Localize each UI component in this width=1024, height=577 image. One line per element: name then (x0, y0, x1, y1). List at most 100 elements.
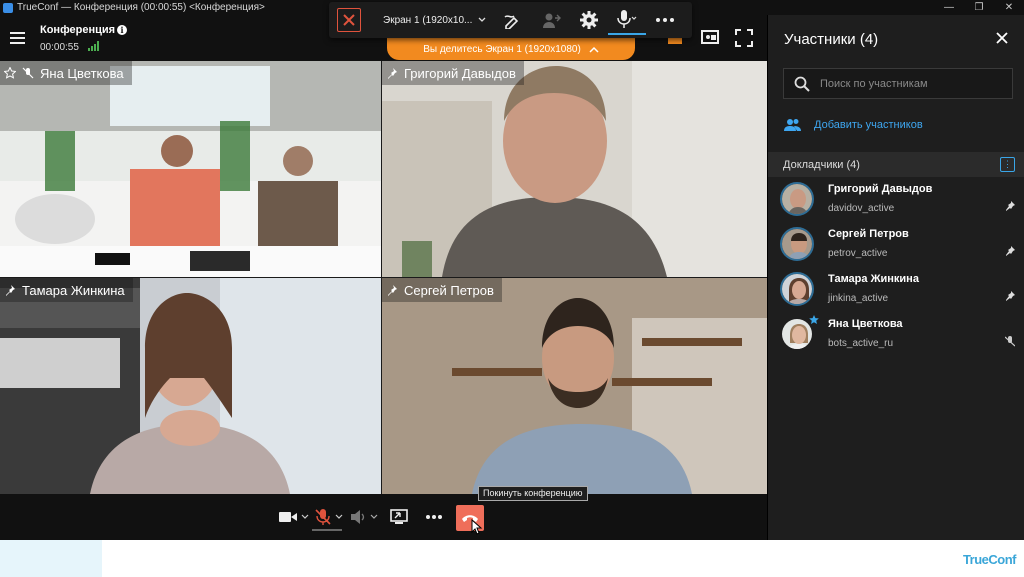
participant-status: jinkina_active (828, 293, 889, 304)
presentation-layout-icon[interactable] (699, 27, 721, 49)
stop-sharing-button[interactable] (337, 8, 361, 32)
avatar (780, 182, 814, 216)
video-feed (0, 278, 381, 494)
participant-name: Сергей Петров (828, 228, 909, 240)
participant-status: bots_active_ru (828, 338, 894, 349)
mic-muted-icon[interactable] (1005, 336, 1015, 347)
section-label: Докладчики (4) (783, 158, 860, 171)
chevron-down-icon (301, 514, 309, 519)
participant-name: Григорий Давыдов (828, 183, 933, 195)
panel-title: Участники (4) (784, 31, 879, 48)
menu-icon[interactable] (10, 32, 25, 44)
participant-row[interactable]: Сергей Петров petrov_active (768, 222, 1024, 267)
camera-icon (279, 512, 297, 522)
camera-button[interactable] (278, 507, 309, 527)
share-screen-button[interactable] (390, 507, 408, 527)
section-more-icon[interactable]: ⋮ (1000, 157, 1015, 172)
pin-icon[interactable] (1005, 246, 1015, 256)
fullscreen-icon[interactable] (733, 27, 755, 49)
video-grid: Яна Цветкова Григорий Давыдов Тамара Жин… (0, 61, 767, 494)
video-feed (382, 61, 767, 277)
close-icon (996, 32, 1008, 44)
participant-name-tag: Григорий Давыдов (382, 61, 524, 85)
chevron-down-icon (335, 514, 343, 519)
participant-name-tag: Тамара Жинкина (0, 278, 133, 302)
conference-timer: 00:00:55 (40, 42, 79, 53)
info-icon[interactable]: i (117, 25, 127, 35)
close-window-button[interactable]: ✕ (994, 0, 1024, 15)
search-placeholder: Поиск по участникам (820, 77, 928, 90)
pin-icon (388, 68, 397, 79)
close-icon (343, 14, 355, 26)
signal-strength-icon (88, 41, 99, 51)
search-icon (794, 76, 810, 92)
maximize-button[interactable]: ❐ (964, 0, 994, 15)
video-tile[interactable]: Сергей Петров (382, 278, 767, 494)
video-feed (382, 278, 767, 494)
participant-search-input[interactable]: Поиск по участникам (783, 68, 1013, 99)
mic-muted-icon (315, 509, 331, 525)
video-tile[interactable]: Яна Цветкова (0, 61, 381, 277)
leave-conference-tooltip: Покинуть конференцию (478, 486, 588, 501)
participant-row[interactable]: Тамара Жинкина jinkina_active (768, 267, 1024, 312)
avatar (780, 272, 814, 306)
gear-icon[interactable] (570, 5, 608, 35)
participant-name: Сергей Петров (404, 282, 494, 298)
pin-icon (6, 285, 15, 296)
chevron-down-icon (370, 514, 378, 519)
video-tile[interactable]: Григорий Давыдов (382, 61, 767, 277)
remote-control-icon[interactable] (532, 5, 570, 35)
screen-select-label: Экран 1 (1920x10... (383, 14, 473, 26)
close-panel-button[interactable] (996, 31, 1008, 49)
presenter-star-icon (809, 315, 819, 324)
annotation-pen-icon[interactable] (494, 5, 532, 35)
pin-icon[interactable] (1005, 291, 1015, 301)
more-options-icon[interactable] (425, 507, 443, 527)
pin-icon (388, 285, 397, 296)
participant-name: Тамара Жинкина (22, 282, 125, 298)
participant-row[interactable]: Григорий Давыдов davidov_active (768, 177, 1024, 222)
avatar (780, 227, 814, 261)
microphone-button[interactable] (608, 5, 646, 35)
add-people-icon (784, 119, 801, 131)
speaker-icon (351, 510, 365, 524)
participant-name-tag: Яна Цветкова (0, 61, 132, 85)
video-feed (0, 61, 381, 277)
screen-select-dropdown[interactable]: Экран 1 (1920x10... (383, 15, 486, 26)
participant-status: petrov_active (828, 248, 888, 259)
star-icon (4, 67, 16, 79)
participant-row[interactable]: Яна Цветкова bots_active_ru (768, 312, 1024, 357)
app-logo-icon (3, 2, 13, 13)
video-tile[interactable]: Тамара Жинкина (0, 278, 381, 494)
participants-panel: Участники (4) Поиск по участникам Добави… (767, 15, 1024, 540)
add-participants-button[interactable]: Добавить участников (784, 118, 923, 132)
participant-name: Тамара Жинкина (828, 273, 919, 285)
footer-accent (0, 540, 102, 577)
screen-share-toolbar: Экран 1 (1920x10... (329, 2, 692, 38)
participant-name-tag: Сергей Петров (382, 278, 502, 302)
footer-strip: TrueConf (0, 540, 1024, 577)
participant-name: Яна Цветкова (40, 65, 124, 81)
microphone-toggle-button[interactable] (314, 507, 343, 527)
brand-logo: TrueConf (962, 552, 1017, 567)
call-controls-bar (0, 494, 767, 540)
pin-icon[interactable] (1005, 201, 1015, 211)
participant-status: davidov_active (828, 203, 895, 214)
mic-muted-icon (22, 67, 34, 79)
microphone-icon (617, 10, 637, 28)
mouse-cursor-icon (471, 519, 483, 535)
minimize-button[interactable]: — (934, 0, 964, 15)
participant-name: Григорий Давыдов (404, 65, 516, 81)
share-screen-icon (390, 509, 408, 524)
add-participants-label: Добавить участников (814, 119, 923, 131)
sharing-banner-text: Вы делитесь Экран 1 (1920x1080) (423, 43, 581, 55)
mic-level-indicator (312, 529, 342, 531)
trueconf-window: TrueConf — Конференция (00:00:55) <Конфе… (0, 0, 1024, 577)
speaker-button[interactable] (349, 507, 378, 527)
sharing-banner[interactable]: Вы делитесь Экран 1 (1920x1080) (387, 38, 635, 60)
chevron-up-icon (589, 46, 599, 53)
speakers-section-header[interactable]: Докладчики (4) ⋮ (768, 152, 1024, 177)
chevron-down-icon (478, 17, 486, 22)
participant-name: Яна Цветкова (828, 318, 903, 330)
more-options-icon[interactable] (646, 5, 684, 35)
